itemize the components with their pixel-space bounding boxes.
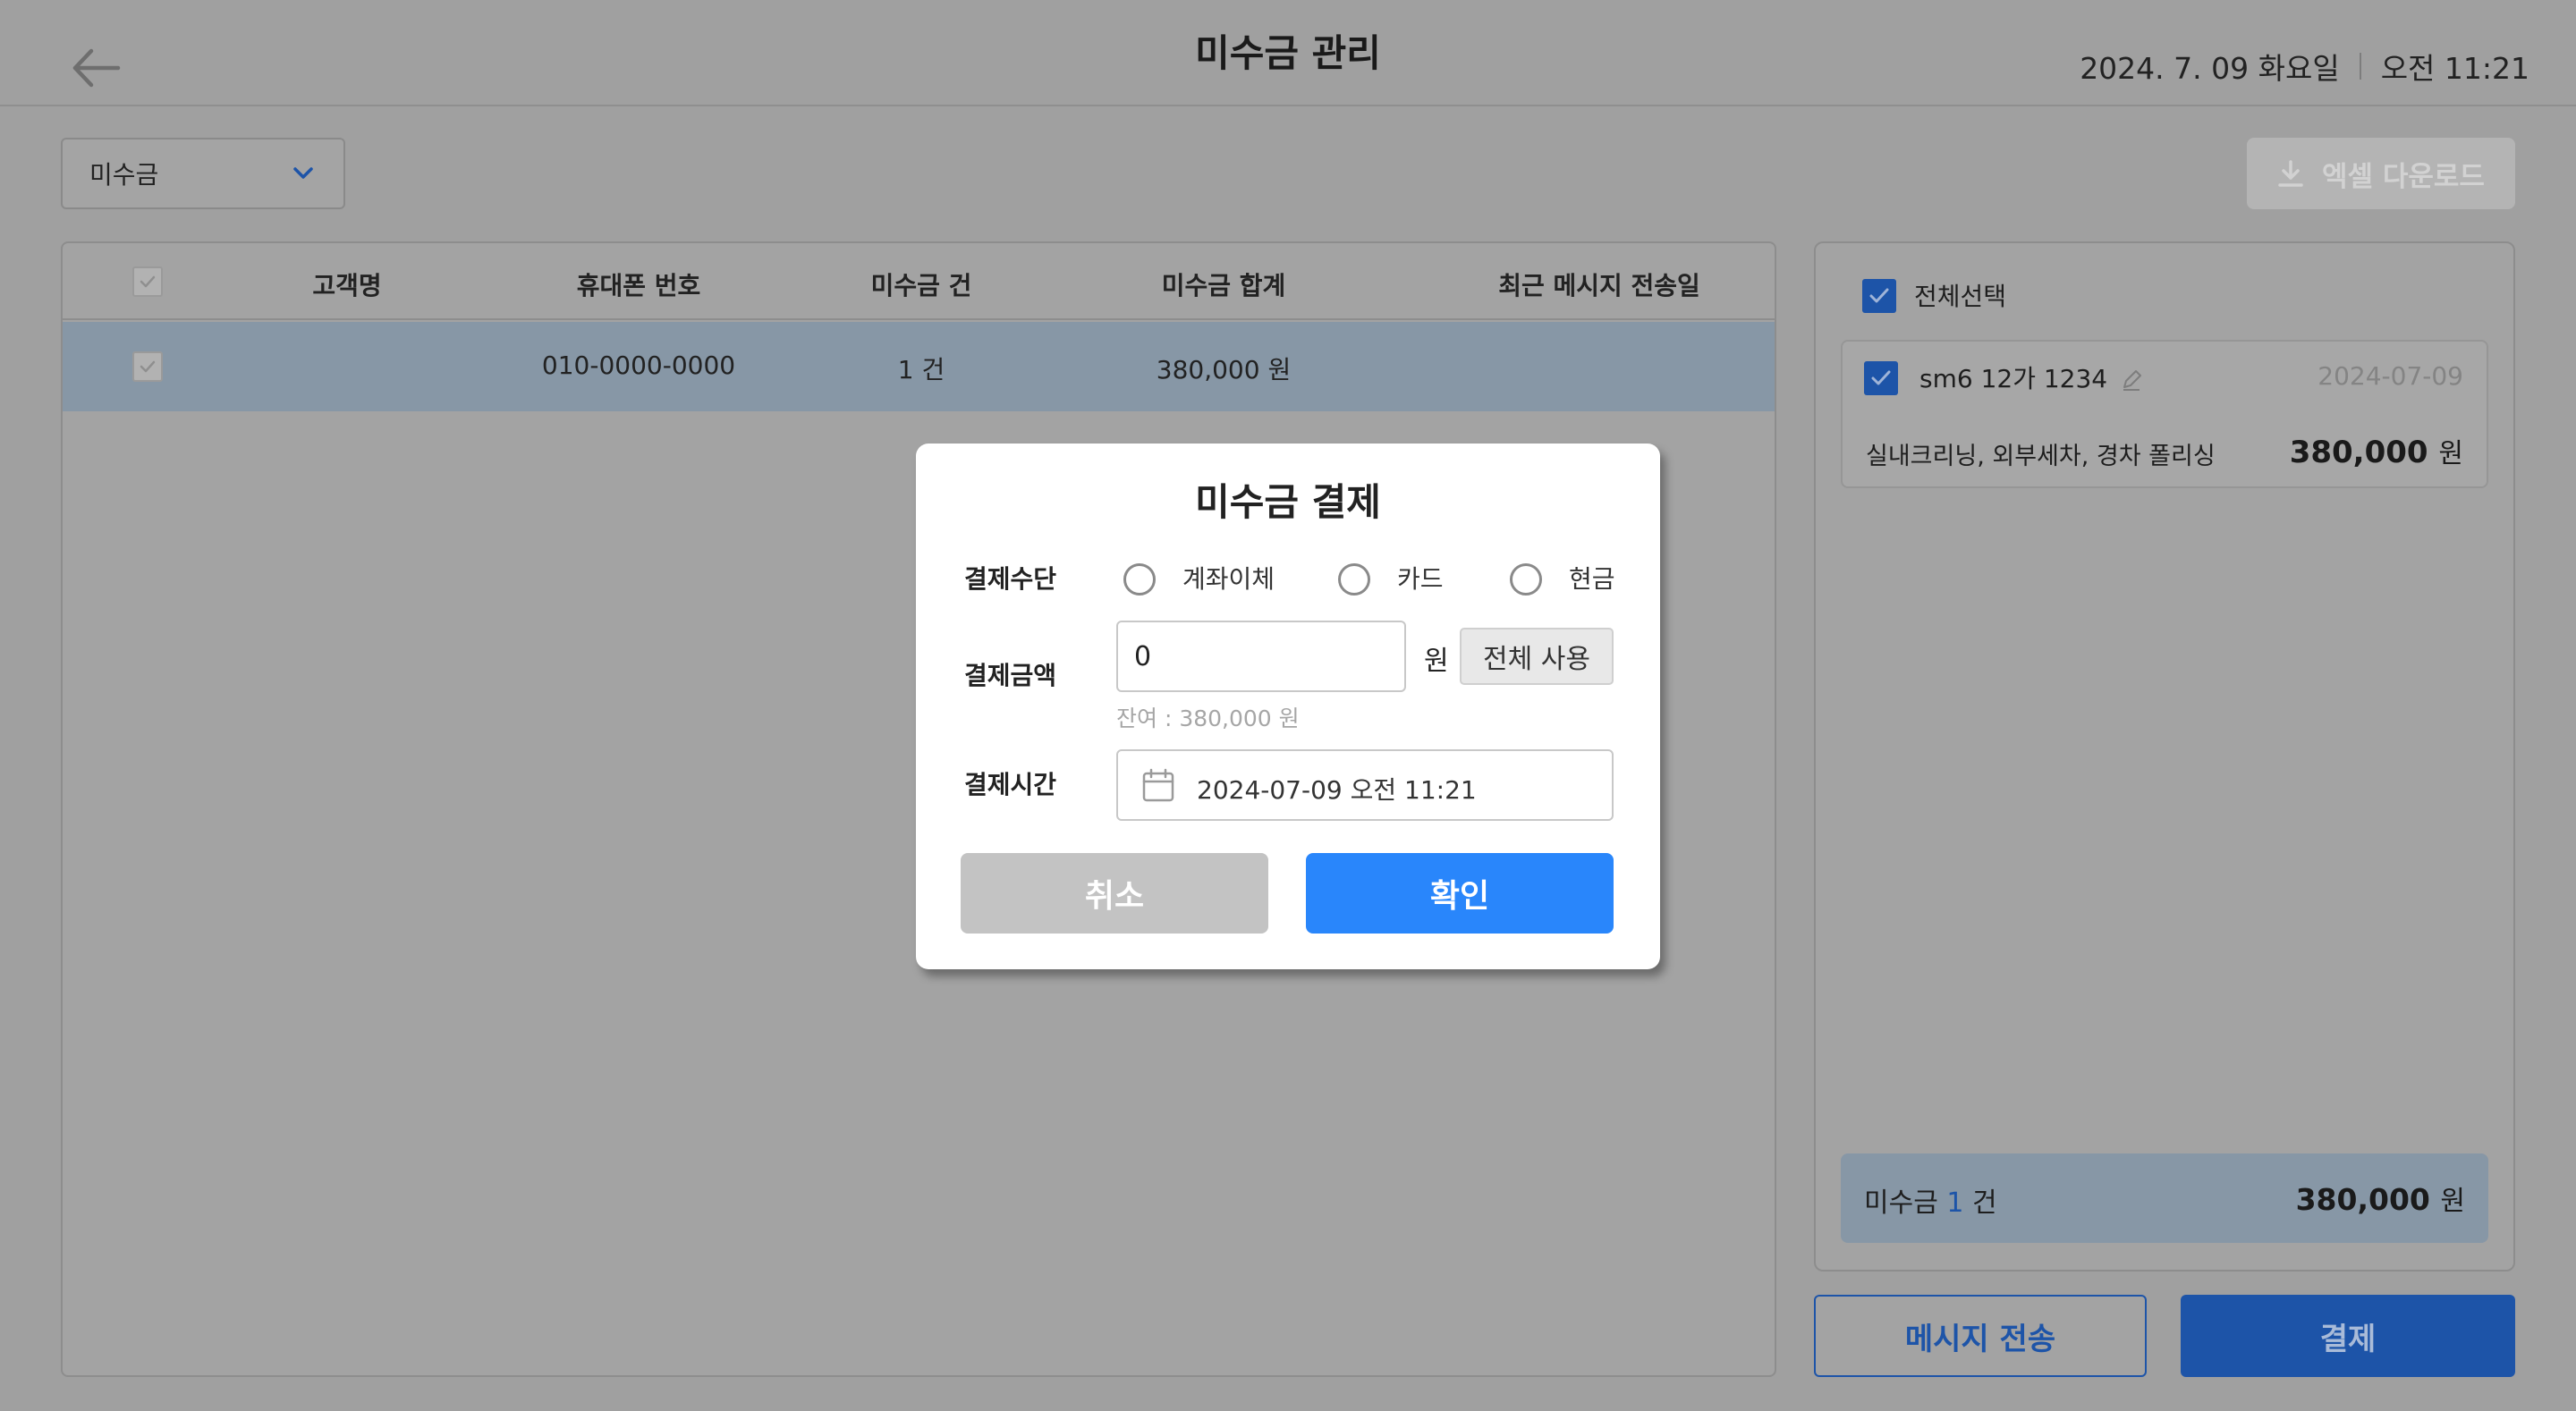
row-receivable-count: 1 건: [897, 355, 945, 384]
remaining-balance: 잔여 : 380,000 원: [1116, 706, 1300, 731]
item-date: 2024-07-09: [2318, 361, 2463, 391]
radio-card-label: 카드: [1397, 564, 1444, 594]
radio-cash[interactable]: [1510, 563, 1542, 596]
item-amount-unit: 원: [2438, 438, 2463, 469]
filter-dropdown[interactable]: 미수금: [61, 138, 345, 209]
chevron-down-icon: [293, 167, 313, 179]
radio-card[interactable]: [1338, 563, 1370, 596]
column-last-message-date: 최근 메시지 전송일: [1498, 271, 1700, 300]
check-icon: [1871, 370, 1891, 385]
table-row[interactable]: 010-0000-0000 1 건 380,000 원: [63, 322, 1775, 411]
payment-modal: 미수금 결제 결제수단 계좌이체 카드 현금 결제금액 원 전체 사용 잔여 :…: [916, 444, 1660, 969]
header-bar: 미수금 관리 2024. 7. 09 화요일 오전 11:21: [0, 0, 2576, 106]
header-date: 2024. 7. 09 화요일: [2080, 51, 2340, 86]
app-background: 미수금 관리 2024. 7. 09 화요일 오전 11:21 미수금 엑셀 다…: [0, 0, 2576, 1411]
payment-method-label: 결제수단: [964, 564, 1057, 594]
select-all-label: 전체선택: [1914, 282, 2007, 311]
excel-download-label: 엑셀 다운로드: [2322, 160, 2485, 193]
summary-count: 1: [1946, 1187, 1964, 1219]
column-phone: 휴대폰 번호: [576, 271, 701, 300]
pay-button[interactable]: 결제: [2181, 1295, 2515, 1377]
confirm-button[interactable]: 확인: [1306, 853, 1614, 934]
row-receivable-total: 380,000 원: [1156, 355, 1292, 384]
radio-bank-transfer[interactable]: [1123, 563, 1156, 596]
summary-label: 미수금 1 건: [1864, 1180, 1997, 1220]
modal-title: 미수금 결제: [1195, 480, 1381, 524]
table-header: 고객명 휴대폰 번호 미수금 건 미수금 합계 최근 메시지 전송일: [63, 243, 1775, 320]
download-icon: [2278, 160, 2303, 187]
column-receivable-total: 미수금 합계: [1161, 271, 1286, 300]
receivable-summary: 미수금 1 건 380,000 원: [1841, 1153, 2488, 1243]
payment-time-label: 결제시간: [964, 770, 1057, 799]
radio-bank-transfer-label: 계좌이체: [1182, 564, 1275, 594]
radio-cash-label: 현금: [1569, 564, 1615, 594]
payment-time-field[interactable]: 2024-07-09 오전 11:21: [1116, 749, 1614, 821]
row-select-checkbox[interactable]: [132, 351, 163, 382]
row-phone: 010-0000-0000: [541, 351, 736, 380]
payment-amount-label: 결제금액: [964, 661, 1057, 690]
item-checkbox[interactable]: [1864, 361, 1898, 395]
header-datetime: 2024. 7. 09 화요일 오전 11:21: [2080, 45, 2529, 88]
select-all-checkbox[interactable]: [1862, 279, 1896, 313]
pencil-icon[interactable]: [2120, 368, 2143, 392]
cancel-button[interactable]: 취소: [961, 853, 1268, 934]
amount-unit: 원: [1424, 646, 1449, 677]
item-amount-value: 380,000: [2289, 435, 2428, 470]
send-message-button[interactable]: 메시지 전송: [1814, 1295, 2147, 1377]
receivable-detail-panel: 전체선택 sm6 12가 1234 2024-07-09 실내크리닝, 외부세차…: [1814, 241, 2515, 1272]
use-all-button[interactable]: 전체 사용: [1460, 628, 1614, 685]
item-services: 실내크리닝, 외부세차, 경차 폴리싱: [1866, 443, 2216, 470]
filter-selected-value: 미수금: [89, 160, 159, 190]
receivable-item-card[interactable]: sm6 12가 1234 2024-07-09 실내크리닝, 외부세차, 경차 …: [1841, 340, 2488, 488]
header-select-checkbox[interactable]: [132, 266, 163, 297]
column-receivable-count: 미수금 건: [870, 271, 972, 300]
payment-amount-input[interactable]: [1116, 621, 1406, 692]
check-icon: [140, 275, 156, 288]
check-icon: [1869, 288, 1889, 303]
excel-download-button[interactable]: 엑셀 다운로드: [2247, 138, 2515, 209]
datetime-divider: [2359, 53, 2361, 80]
item-car-plate: sm6 12가 1234: [1919, 364, 2108, 393]
check-icon: [140, 360, 156, 373]
summary-amount-unit: 원: [2440, 1186, 2465, 1217]
summary-amount-value: 380,000: [2295, 1182, 2430, 1217]
summary-amount: 380,000 원: [2296, 1179, 2465, 1218]
payment-time-value: 2024-07-09 오전 11:21: [1197, 775, 1477, 805]
item-amount: 380,000 원: [2290, 431, 2463, 470]
summary-label-text: 미수금: [1864, 1187, 1938, 1219]
column-customer-name: 고객명: [312, 271, 382, 300]
summary-count-unit: 건: [1972, 1187, 1997, 1219]
header-time: 오전 11:21: [2380, 51, 2529, 86]
calendar-icon: [1142, 768, 1174, 802]
